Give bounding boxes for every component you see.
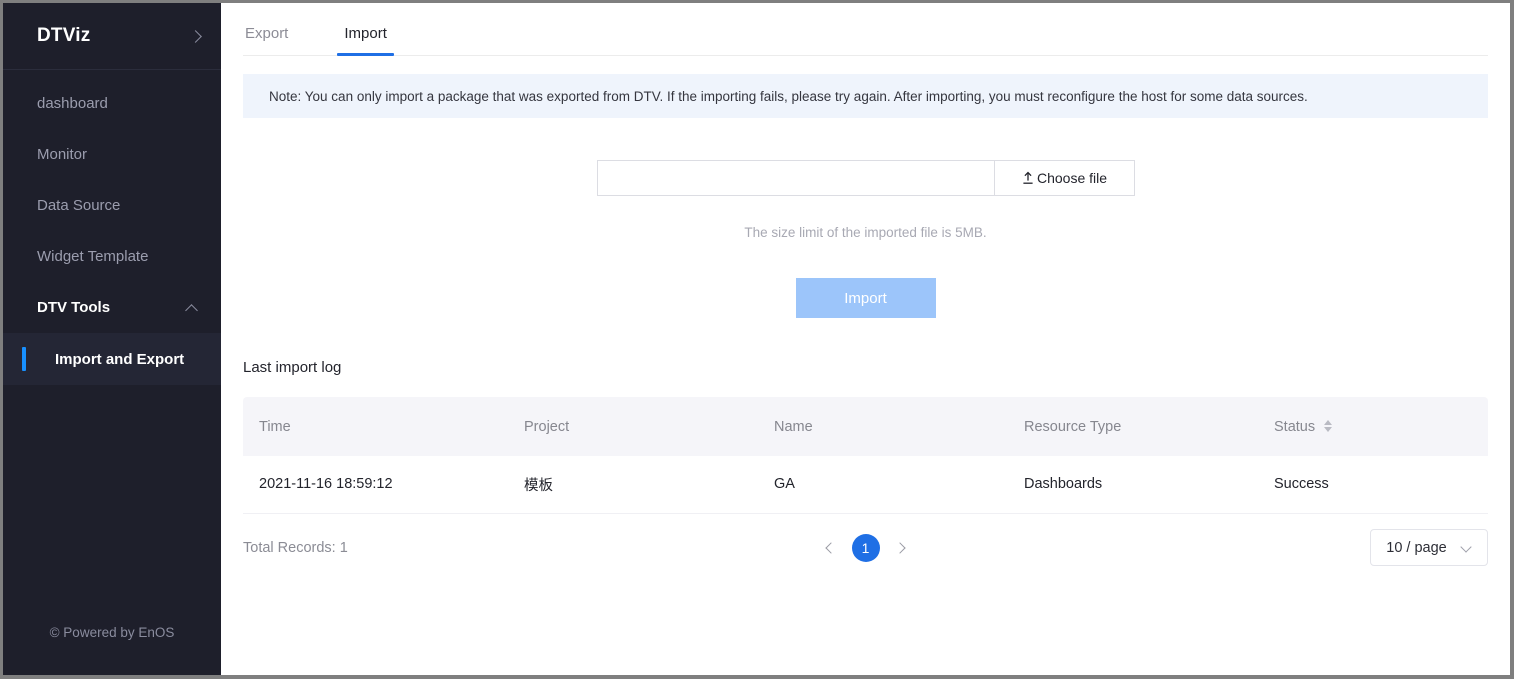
upload-icon [1021,171,1035,185]
chevron-left-icon[interactable] [822,540,838,556]
sidebar-item-label: Data Source [37,197,121,214]
tab-bar: Export Import [243,3,1488,56]
sidebar-item-data-source[interactable]: Data Source [3,180,221,231]
table-row[interactable]: 2021-11-16 18:59:12 模板 GA Dashboards Suc… [243,456,1488,514]
table-footer: Total Records: 1 1 10 / page [243,514,1488,582]
choose-file-label: Choose file [1036,170,1108,186]
column-label: Project [524,418,570,435]
file-size-hint: The size limit of the imported file is 5… [744,225,987,240]
chevron-right-icon[interactable] [894,540,910,556]
column-label: Time [259,418,291,435]
tab-import[interactable]: Import [337,25,394,56]
sidebar: DTViz dashboard Monitor Data Source Widg… [3,3,221,675]
sidebar-item-widget-template[interactable]: Widget Template [3,231,221,282]
table-body: 2021-11-16 18:59:12 模板 GA Dashboards Suc… [243,456,1488,514]
powered-by-label: © Powered by EnOS [49,624,175,640]
main-content: Export Import Note: You can only import … [221,3,1510,675]
sidebar-footer: © Powered by EnOS [3,597,221,675]
chevron-down-icon [1461,542,1472,553]
upload-block: Choose file The size limit of the import… [243,160,1488,318]
chevron-right-icon[interactable] [189,29,203,43]
sidebar-item-import-and-export[interactable]: Import and Export [3,333,221,385]
column-header-status[interactable]: Status [1258,397,1488,456]
total-records-label: Total Records: 1 [243,539,348,556]
cell-time: 2021-11-16 18:59:12 [243,456,508,514]
page-size-label: 10 / page [1386,539,1447,556]
page-number-1[interactable]: 1 [851,533,880,562]
tab-label: Export [245,25,289,42]
cell-status: Success [1258,456,1488,514]
column-header-project[interactable]: Project [508,397,758,456]
column-label: Status [1274,418,1316,435]
column-header-resource-type[interactable]: Resource Type [1008,397,1258,456]
column-header-name[interactable]: Name [758,397,1008,456]
import-log-table: Time Project Name Resource Type Status 2… [243,397,1488,514]
pagination: 1 [822,533,910,562]
tab-export[interactable]: Export [243,25,290,55]
cell-resource-type: Dashboards [1008,456,1258,514]
column-label: Resource Type [1024,418,1122,435]
page-size-select[interactable]: 10 / page [1370,529,1488,566]
sidebar-item-label: Import and Export [55,350,185,368]
sidebar-nav: dashboard Monitor Data Source Widget Tem… [3,70,221,597]
column-label: Name [774,418,813,435]
chevron-up-icon[interactable] [185,301,199,315]
file-row: Choose file [596,160,1135,196]
column-header-time[interactable]: Time [243,397,508,456]
sidebar-header: DTViz [3,3,221,70]
sidebar-item-label: dashboard [37,95,108,112]
sidebar-group-label: DTV Tools [37,299,111,316]
choose-file-button[interactable]: Choose file [993,160,1135,196]
import-button[interactable]: Import [795,278,936,318]
cell-name: GA [758,456,1008,514]
tab-label: Import [344,25,387,42]
brand-title: DTViz [37,25,91,46]
note-text: Note: You can only import a package that… [269,88,1308,104]
app-window: DTViz dashboard Monitor Data Source Widg… [0,0,1514,679]
sidebar-item-label: Widget Template [37,248,149,265]
file-path-input[interactable] [596,160,994,196]
sidebar-group-dtv-tools[interactable]: DTV Tools [3,282,221,333]
table-header: Time Project Name Resource Type Status [243,397,1488,456]
cell-project: 模板 [508,456,758,514]
sidebar-item-dashboard[interactable]: dashboard [3,78,221,129]
sort-updown-icon[interactable] [1324,419,1334,433]
sidebar-item-label: Monitor [37,146,88,163]
last-import-log-title: Last import log [243,359,342,376]
sidebar-item-monitor[interactable]: Monitor [3,129,221,180]
table-header-row: Time Project Name Resource Type Status [243,397,1488,456]
note-banner: Note: You can only import a package that… [243,74,1488,118]
